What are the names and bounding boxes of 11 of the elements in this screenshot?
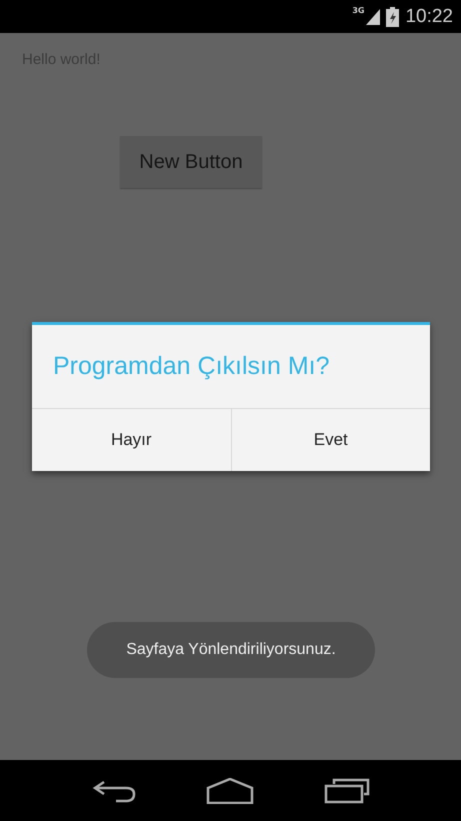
dialog-title: Programdan Çıkılsın Mı? (32, 325, 430, 409)
network-type: 3G (352, 6, 364, 15)
home-icon[interactable] (206, 778, 254, 804)
dialog-button[interactable]: Hayır (32, 409, 230, 471)
clock-time: 10:22 (405, 6, 453, 28)
toast-message: Sayfaya Yönlendiriliyorsunuz. (87, 622, 375, 678)
recent-apps-icon[interactable] (324, 778, 370, 804)
battery-icon (386, 6, 400, 26)
dialog-button[interactable]: Evet (230, 409, 430, 471)
back-icon[interactable] (92, 778, 136, 802)
signal-icon (366, 8, 380, 24)
